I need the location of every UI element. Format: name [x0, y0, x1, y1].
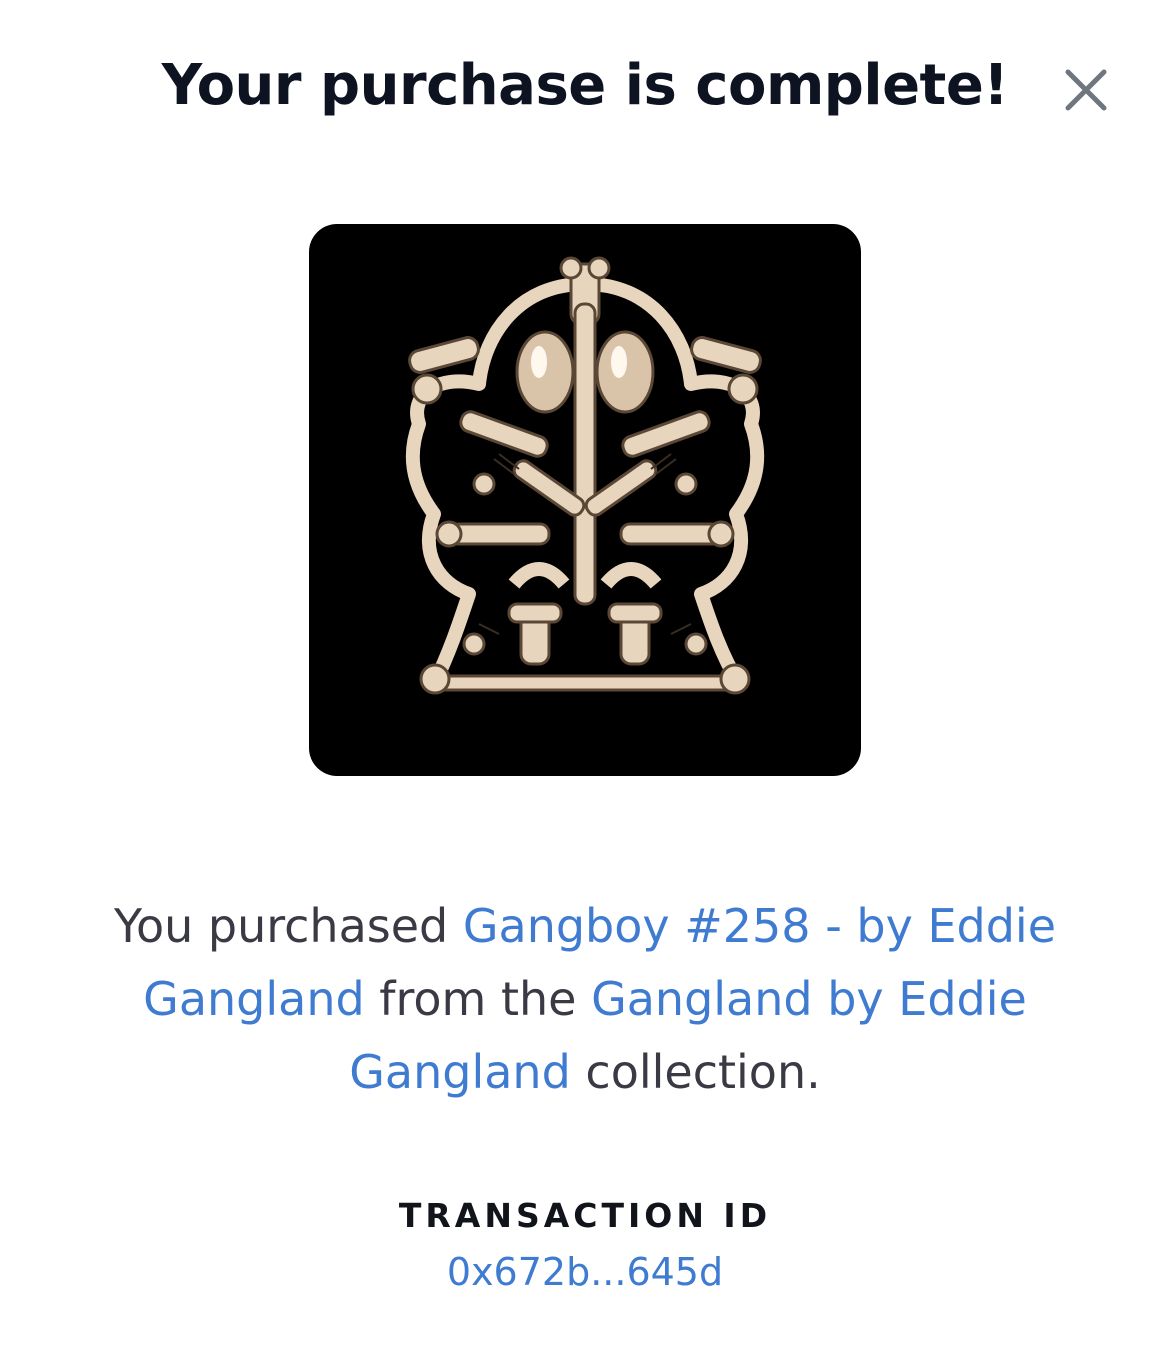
purchase-message: You purchased Gangboy #258 - by Eddie Ga… — [60, 890, 1110, 1109]
page-title: Your purchase is complete! — [161, 53, 1009, 118]
message-suffix: collection. — [570, 1045, 821, 1099]
message-prefix: You purchased — [113, 899, 463, 953]
nft-image — [309, 224, 861, 776]
transaction-id-link[interactable]: 0x672b...645d — [0, 1250, 1170, 1294]
close-button[interactable] — [1058, 62, 1114, 118]
bone-skull-artwork — [405, 256, 765, 695]
transaction-label: TRANSACTION ID — [398, 1196, 772, 1235]
message-middle: from the — [364, 972, 592, 1026]
close-icon — [1065, 69, 1107, 111]
modal-header: Your purchase is complete! — [0, 40, 1170, 130]
